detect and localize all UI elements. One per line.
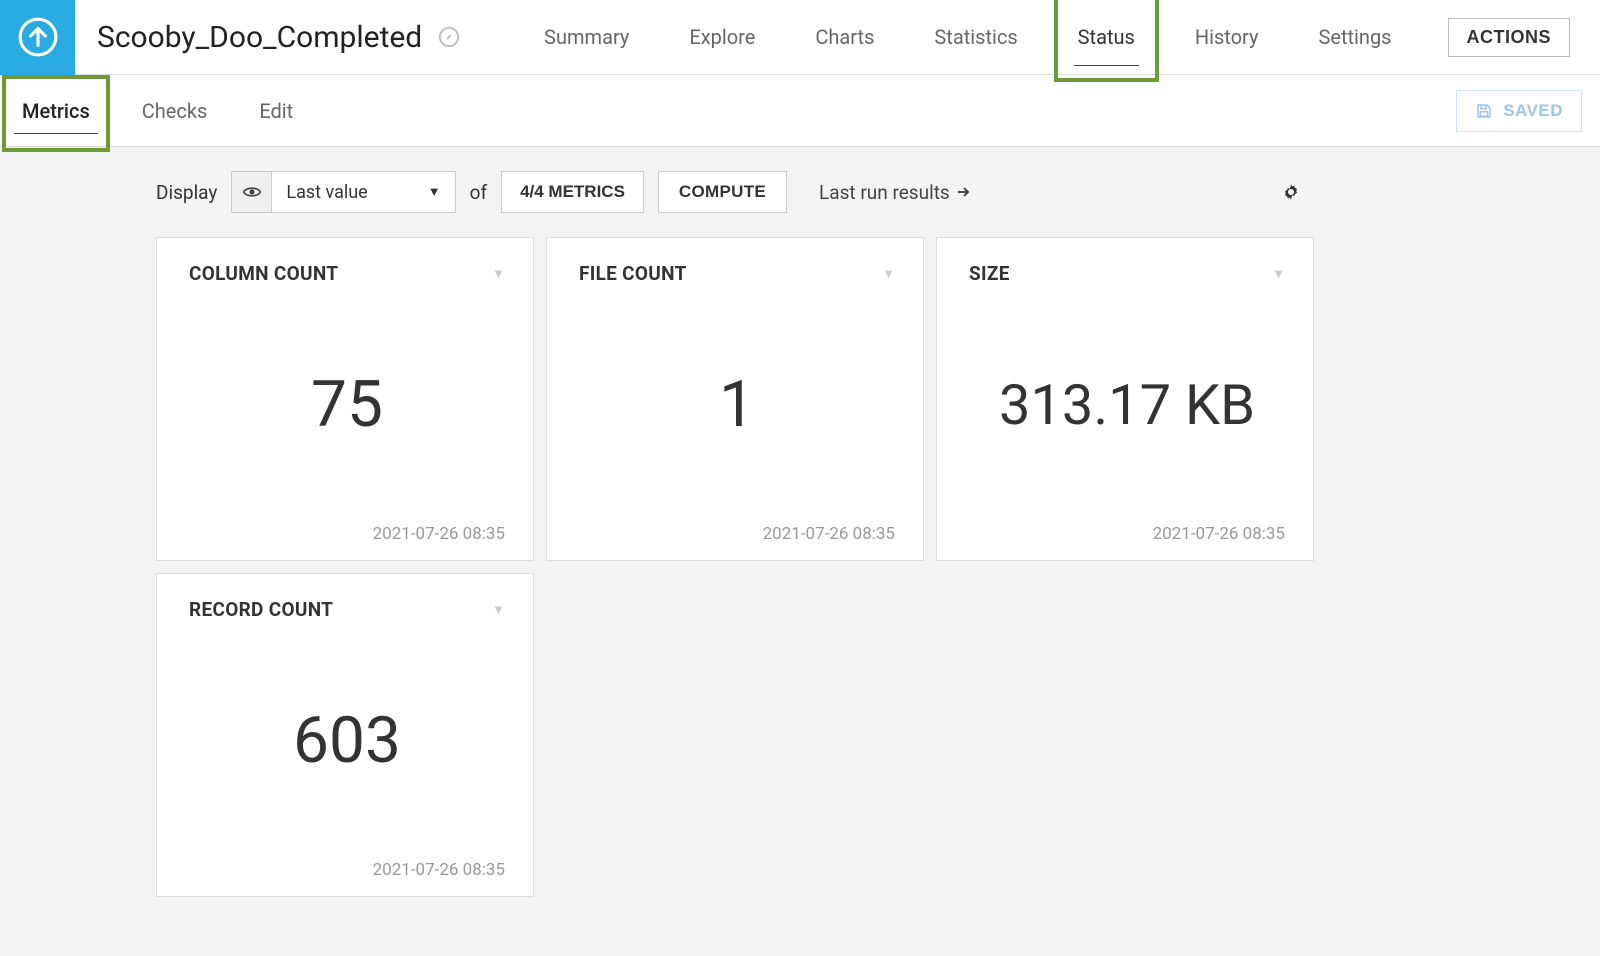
card-file-count: FILE COUNT ▼ 1 2021-07-26 08:35 bbox=[546, 237, 924, 561]
caret-down-icon[interactable]: ▼ bbox=[1272, 266, 1285, 282]
compass-icon[interactable] bbox=[438, 26, 460, 48]
subtab-edit[interactable]: Edit bbox=[255, 75, 297, 146]
card-column-count: COLUMN COUNT ▼ 75 2021-07-26 08:35 bbox=[156, 237, 534, 561]
tab-settings[interactable]: Settings bbox=[1314, 0, 1395, 74]
save-icon bbox=[1475, 102, 1493, 120]
caret-down-icon[interactable]: ▼ bbox=[492, 602, 505, 618]
compute-button[interactable]: COMPUTE bbox=[658, 171, 787, 213]
subtab-metrics[interactable]: Metrics bbox=[18, 75, 94, 146]
card-value: 1 bbox=[579, 285, 895, 524]
tab-status[interactable]: Status bbox=[1074, 0, 1139, 74]
last-run-label: Last run results bbox=[819, 181, 950, 204]
tab-summary[interactable]: Summary bbox=[540, 0, 633, 74]
tab-statistics[interactable]: Statistics bbox=[930, 0, 1021, 74]
caret-down-icon: ▼ bbox=[428, 184, 441, 200]
page-title: Scooby_Doo_Completed bbox=[97, 20, 422, 55]
upload-icon bbox=[17, 16, 59, 58]
card-timestamp: 2021-07-26 08:35 bbox=[189, 860, 505, 880]
gear-icon[interactable] bbox=[1282, 183, 1300, 201]
card-timestamp: 2021-07-26 08:35 bbox=[969, 524, 1285, 544]
arrow-right-icon bbox=[956, 184, 972, 200]
display-label: Display bbox=[156, 181, 217, 204]
card-value: 603 bbox=[189, 621, 505, 860]
of-label: of bbox=[470, 181, 487, 204]
subtab-checks[interactable]: Checks bbox=[138, 75, 212, 146]
sub-tabs: Metrics Checks Edit bbox=[18, 75, 297, 146]
tab-charts[interactable]: Charts bbox=[811, 0, 878, 74]
card-title: FILE COUNT bbox=[579, 262, 687, 285]
metrics-cards: COLUMN COUNT ▼ 75 2021-07-26 08:35 FILE … bbox=[0, 237, 1390, 897]
saved-button: SAVED bbox=[1456, 90, 1582, 132]
card-title: SIZE bbox=[969, 262, 1010, 285]
last-run-results-link[interactable]: Last run results bbox=[819, 181, 972, 204]
display-mode-value: Last value bbox=[286, 182, 367, 203]
tab-history[interactable]: History bbox=[1191, 0, 1263, 74]
metrics-count-button[interactable]: 4/4 METRICS bbox=[501, 171, 644, 213]
metrics-toolbar: Display Last value ▼ of 4/4 METRICS COMP… bbox=[0, 147, 1600, 237]
saved-label: SAVED bbox=[1503, 101, 1563, 121]
card-record-count: RECORD COUNT ▼ 603 2021-07-26 08:35 bbox=[156, 573, 534, 897]
card-title: RECORD COUNT bbox=[189, 598, 333, 621]
display-mode-group: Last value ▼ bbox=[231, 171, 455, 213]
card-value: 75 bbox=[189, 285, 505, 524]
card-title: COLUMN COUNT bbox=[189, 262, 338, 285]
eye-icon[interactable] bbox=[232, 172, 272, 212]
card-timestamp: 2021-07-26 08:35 bbox=[189, 524, 505, 544]
top-tabs: Summary Explore Charts Statistics Status… bbox=[540, 0, 1600, 74]
caret-down-icon[interactable]: ▼ bbox=[882, 266, 895, 282]
caret-down-icon[interactable]: ▼ bbox=[492, 266, 505, 282]
card-value: 313.17 KB bbox=[969, 285, 1285, 524]
sub-bar: Metrics Checks Edit SAVED bbox=[0, 75, 1600, 147]
actions-button[interactable]: ACTIONS bbox=[1448, 18, 1571, 57]
card-timestamp: 2021-07-26 08:35 bbox=[579, 524, 895, 544]
card-size: SIZE ▼ 313.17 KB 2021-07-26 08:35 bbox=[936, 237, 1314, 561]
tab-explore[interactable]: Explore bbox=[685, 0, 759, 74]
top-bar: Scooby_Doo_Completed Summary Explore Cha… bbox=[0, 0, 1600, 75]
dataset-type-icon[interactable] bbox=[0, 0, 75, 75]
display-mode-select[interactable]: Last value ▼ bbox=[272, 172, 454, 212]
